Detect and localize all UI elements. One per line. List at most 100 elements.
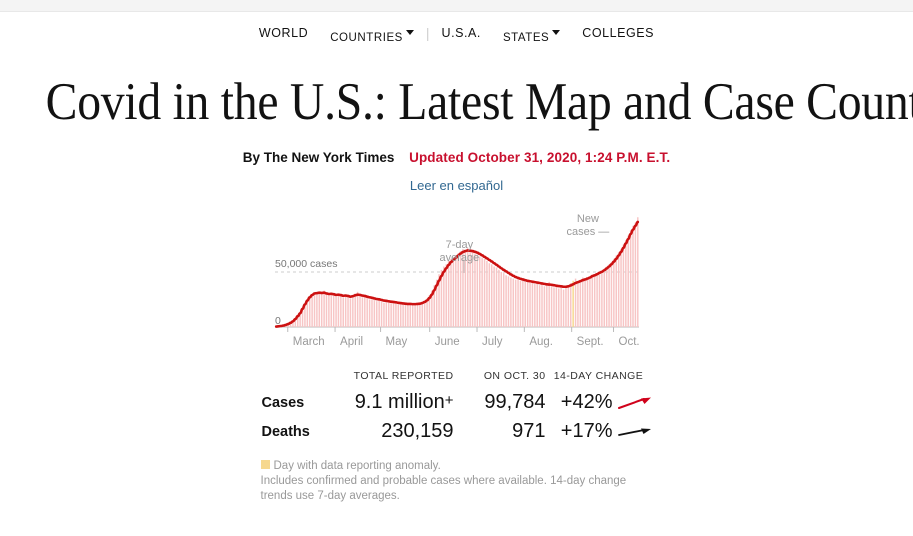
chart-bar (504, 275, 507, 327)
chart-bar (399, 302, 401, 327)
chart-bar (581, 277, 583, 327)
chart-bar (456, 253, 459, 327)
axis-month-label: July (482, 336, 503, 348)
axis-month-label: March (292, 336, 324, 348)
chart-bar (540, 283, 543, 327)
chart-bar (330, 292, 332, 327)
chart-bar (545, 284, 548, 327)
chart-bar (574, 278, 576, 327)
nav-item-world[interactable]: WORLD (248, 26, 319, 40)
col-header-blank (262, 370, 324, 388)
chart-bar (612, 258, 615, 327)
chart-bar (413, 303, 416, 327)
chart-bar (624, 240, 627, 327)
chart-bar (320, 292, 322, 327)
chart-bar (569, 283, 571, 327)
chart-bar (622, 244, 624, 327)
chart-bar (370, 298, 373, 327)
chart-bar (562, 289, 564, 327)
axis-month-label: June (434, 336, 459, 348)
nav-item-usa[interactable]: U.S.A. (431, 26, 492, 40)
chart-bar (332, 294, 334, 327)
chart-bar (373, 300, 375, 327)
chart-bar (607, 264, 610, 327)
chart-bar (363, 296, 366, 327)
chart-bar (516, 277, 519, 327)
byline: By The New York Times Updated October 31… (0, 150, 913, 165)
chart-bar (478, 256, 480, 327)
chart-bar (509, 277, 512, 327)
annotation-new-cases: New cases — (567, 213, 610, 238)
chart-bar (629, 230, 631, 327)
axis-month-label: May (385, 336, 407, 348)
leer-en-espanol-link[interactable]: Leer en español (410, 178, 503, 193)
chart-bar (397, 304, 399, 327)
nav-label-states: STATES (502, 32, 550, 44)
chart-bar (423, 300, 425, 327)
chart-bar (526, 279, 528, 327)
chart-bar (586, 278, 588, 327)
chart-bar (342, 297, 344, 327)
chart-bar (497, 269, 500, 327)
deaths-on-date: 971 (512, 420, 546, 442)
axis-month-label: April (340, 336, 363, 348)
chart-bar (421, 302, 423, 327)
chart-bar (591, 274, 593, 327)
chart-bar (533, 284, 536, 327)
chart-bar (600, 272, 603, 327)
chart-bar (583, 280, 586, 327)
chart-bar (528, 283, 531, 327)
col-header-on-date: ON OCT. 30 (483, 370, 546, 382)
deaths-total-reported: 230,159 (324, 417, 453, 446)
chevron-down-icon (552, 30, 561, 35)
chart-bar (476, 254, 478, 327)
chart-bar (483, 258, 485, 327)
anomaly-swatch-icon (260, 460, 270, 469)
chart-bar (351, 295, 354, 327)
chart-bar (531, 280, 533, 327)
section-nav: WORLD COUNTRIES | U.S.A. STATES COLLEGES (0, 12, 913, 54)
cases-14-day-change: +42% (546, 388, 652, 417)
chart-bar (409, 303, 411, 327)
chart-bar (605, 266, 607, 327)
chart-bar (502, 273, 504, 327)
axis-month-label: Aug. (529, 336, 553, 348)
chart-bar (308, 297, 310, 327)
chart-bar (626, 235, 629, 327)
chart-bar (322, 290, 325, 327)
nav-item-states[interactable]: STATES (492, 30, 571, 44)
chart-bar (543, 286, 545, 327)
footnote-anomaly-text: Day with data reporting anomaly. (273, 460, 441, 472)
chart-bar (495, 267, 497, 327)
row-label-cases: Cases (261, 394, 305, 411)
nav-item-countries[interactable]: COUNTRIES (319, 30, 425, 44)
chart-footnotes: Day with data reporting anomaly. Include… (260, 459, 653, 504)
nav-label-countries: COUNTRIES (330, 32, 403, 44)
row-label-deaths: Deaths (261, 423, 310, 440)
summary-stats: TOTAL REPORTED ON OCT. 30 14-DAY CHANGE … (262, 370, 652, 446)
translation-link-row: Leer en español (0, 178, 913, 193)
chart-bar (615, 255, 617, 327)
chart-bar (313, 292, 315, 327)
chart-bar (485, 261, 488, 327)
chart-bar (603, 268, 605, 327)
nav-item-colleges[interactable]: COLLEGES (571, 26, 665, 40)
chart-bar (617, 252, 619, 327)
byline-updated-timestamp: Updated October 31, 2020, 1:24 P.M. E.T. (409, 150, 671, 165)
chart-bar (547, 281, 550, 327)
chart-bar (488, 263, 490, 327)
annotation-seven-day-average: 7-day average (440, 239, 480, 264)
chart-bar (318, 291, 320, 327)
chart-bar (571, 280, 574, 327)
y-axis-label-zero: 0 (275, 315, 281, 327)
chart-bar (365, 297, 368, 327)
chart-bar (334, 296, 337, 327)
chart-bar (452, 257, 454, 327)
footnote-body-text: Includes confirmed and probable cases wh… (260, 475, 627, 502)
chart-bar (490, 264, 492, 327)
chart-bar (353, 293, 356, 327)
chart-bar (315, 294, 318, 327)
chart-bar (375, 301, 378, 327)
annotation-seven-day-line1: 7-day (445, 239, 474, 251)
chart-bar (567, 285, 569, 327)
